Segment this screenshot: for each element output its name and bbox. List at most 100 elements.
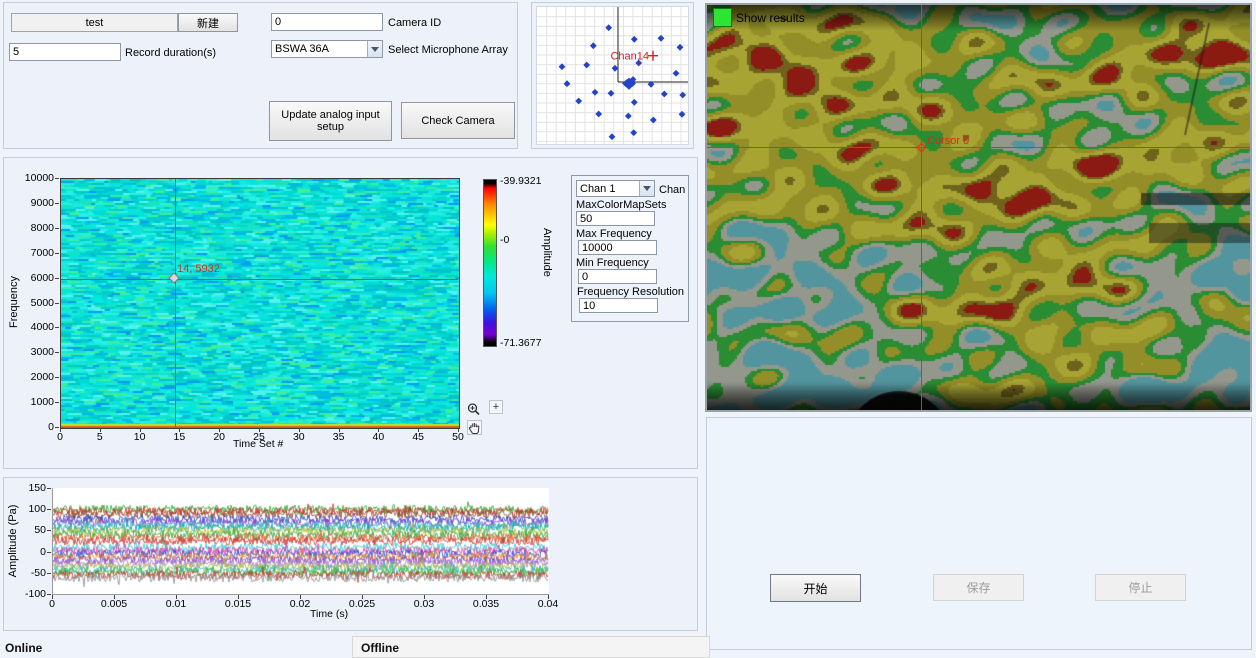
show-results-toggle[interactable] <box>713 8 732 27</box>
y-tick-label: 7000 <box>14 247 54 259</box>
y-tick-mark <box>55 253 59 254</box>
x-tick-label: 35 <box>327 431 351 443</box>
mic-position-marker <box>631 36 638 43</box>
y-tick-mark <box>55 402 59 403</box>
mic-position-marker <box>679 111 686 118</box>
camera-cursor-hline[interactable] <box>707 147 1250 148</box>
x-tick-label: 10 <box>128 431 152 443</box>
y-tick-label: 5000 <box>14 297 54 309</box>
camera-id-label: Camera ID <box>388 17 441 29</box>
x-tick-label: 15 <box>167 431 191 443</box>
pan-hand-tool-icon[interactable] <box>467 420 482 435</box>
x-tick-mark <box>486 595 487 599</box>
x-tick-mark <box>339 428 340 432</box>
x-tick-label: 0 <box>48 431 72 443</box>
maxcolormapsets-input[interactable] <box>576 211 655 226</box>
chevron-down-icon[interactable] <box>639 181 654 196</box>
mic-array-panel: Chan14 <box>531 2 694 149</box>
y-tick-label: 150 <box>8 482 46 494</box>
mic-position-marker <box>583 62 590 69</box>
x-tick-mark <box>424 595 425 599</box>
save-button[interactable]: 保存 <box>933 574 1024 601</box>
y-tick-label: 3000 <box>14 346 54 358</box>
camera-cursor-vline[interactable] <box>921 5 922 410</box>
x-tick-label: 0.035 <box>466 598 506 610</box>
x-tick-mark <box>238 595 239 599</box>
frequency-resolution-label: Frequency Resolution <box>577 286 684 298</box>
acoustic-heatmap-image[interactable] <box>707 5 1250 410</box>
max-frequency-input[interactable] <box>578 240 657 255</box>
spectrogram-cursor-vline[interactable] <box>175 179 176 427</box>
x-tick-label: 45 <box>406 431 430 443</box>
x-tick-label: 0 <box>32 598 72 610</box>
y-tick-label: -50 <box>8 567 46 579</box>
y-tick-label: 0 <box>8 546 46 558</box>
spectrogram-plot[interactable] <box>60 178 460 429</box>
x-tick-mark <box>300 595 301 599</box>
update-analog-input-button[interactable]: Update analog input setup <box>269 101 392 141</box>
channel-dropdown[interactable]: Chan 1 <box>576 180 655 197</box>
x-tick-mark <box>60 428 61 432</box>
x-tick-label: 20 <box>207 431 231 443</box>
y-tick-mark <box>55 278 59 279</box>
y-tick-mark <box>55 178 59 179</box>
x-tick-label: 0.005 <box>94 598 134 610</box>
x-tick-mark <box>176 595 177 599</box>
mic-position-marker <box>612 65 619 72</box>
x-tick-mark <box>299 428 300 432</box>
mic-array-dropdown[interactable]: BSWA 36A <box>271 40 383 58</box>
test-name-input[interactable] <box>11 13 178 32</box>
y-tick-mark <box>55 352 59 353</box>
y-tick-mark <box>55 203 59 204</box>
y-tick-mark <box>55 377 59 378</box>
mic-position-marker <box>592 89 599 96</box>
max-frequency-label: Max Frequency <box>576 228 652 240</box>
spectrogram-cursor-hline[interactable] <box>61 279 458 280</box>
y-tick-label: 9000 <box>14 197 54 209</box>
x-tick-mark <box>219 428 220 432</box>
mic-array-dropdown-value: BSWA 36A <box>272 43 367 55</box>
new-button[interactable]: 新建 <box>178 13 238 32</box>
check-camera-button[interactable]: Check Camera <box>401 102 515 139</box>
x-tick-mark <box>259 428 260 432</box>
x-tick-label: 30 <box>287 431 311 443</box>
colorbar-mid-label: -0 <box>500 234 509 246</box>
start-button[interactable]: 开始 <box>770 574 861 602</box>
stop-button[interactable]: 停止 <box>1095 574 1186 601</box>
amplitude-colorbar[interactable] <box>483 179 497 347</box>
mic-array-plot[interactable]: Chan14 <box>536 6 689 145</box>
cursor-move-tool-icon[interactable]: + <box>489 400 503 414</box>
colorbar-title: Amplitude <box>541 228 553 277</box>
setup-panel: 新建 Record duration(s) Camera ID BSWA 36A… <box>3 2 518 149</box>
min-frequency-input[interactable] <box>578 269 657 284</box>
y-tick-label: 8000 <box>14 222 54 234</box>
y-tick-mark <box>47 594 51 595</box>
waveform-x-axis-title: Time (s) <box>310 608 348 620</box>
mic-position-marker <box>631 99 638 106</box>
spectrogram-cursor-label: 14, 5932 <box>177 263 220 275</box>
actions-panel: 开始 保存 停止 <box>706 417 1252 650</box>
camera-cursor-label: Cursor 0 <box>927 135 969 147</box>
online-status-text: Online <box>5 641 42 655</box>
camera-view[interactable]: Cursor 0 Show results <box>705 3 1252 412</box>
zoom-tool-icon[interactable] <box>465 401 482 417</box>
y-tick-mark <box>47 573 51 574</box>
record-duration-input[interactable] <box>9 43 121 61</box>
x-tick-mark <box>548 595 549 599</box>
x-tick-mark <box>100 428 101 432</box>
chevron-down-icon[interactable] <box>367 41 382 57</box>
mic-position-marker <box>605 24 612 31</box>
x-tick-label: 0.04 <box>528 598 568 610</box>
mic-position-marker <box>564 80 571 87</box>
x-tick-mark <box>458 428 459 432</box>
y-tick-mark <box>47 488 51 489</box>
camera-id-input[interactable] <box>271 13 383 31</box>
record-duration-label: Record duration(s) <box>125 47 216 59</box>
channel-dropdown-value: Chan 1 <box>577 183 639 195</box>
show-results-label: Show results <box>736 11 805 25</box>
offline-status-text: Offline <box>361 641 399 655</box>
mic-position-marker <box>625 113 632 120</box>
frequency-resolution-input[interactable] <box>579 298 658 313</box>
x-tick-mark <box>114 595 115 599</box>
waveform-plot[interactable] <box>52 488 549 595</box>
